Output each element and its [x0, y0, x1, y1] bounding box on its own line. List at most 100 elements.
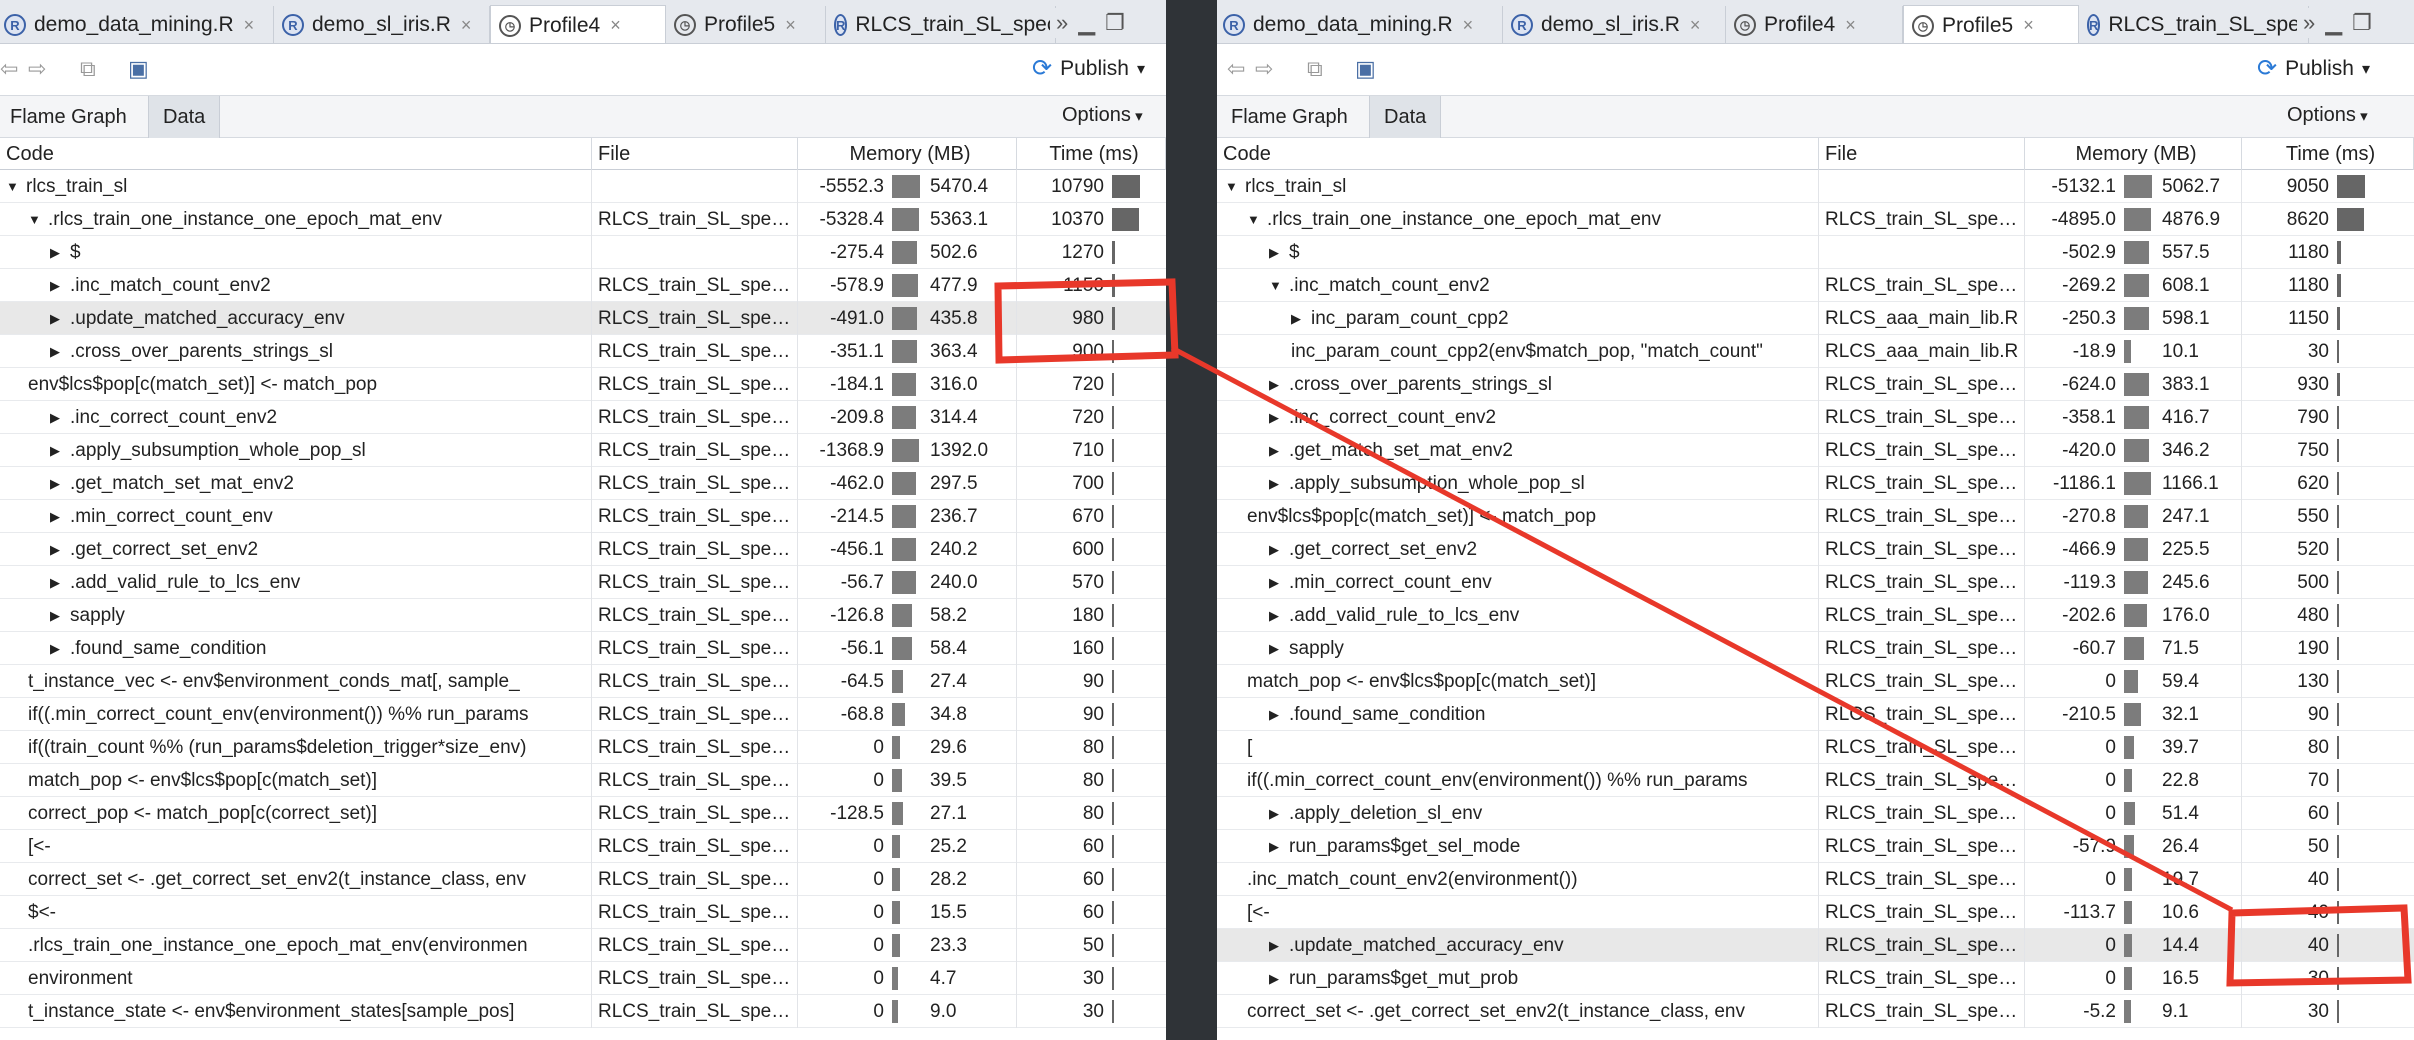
editor-tab-1[interactable]: Rdemo_data_mining.R ×	[0, 6, 274, 43]
close-tab-icon[interactable]: ×	[610, 15, 621, 36]
header-file[interactable]: File	[1819, 138, 2025, 170]
table-row[interactable]: ▼ .inc_match_count_env2 RLCS_train_SL_spe……	[1217, 269, 2414, 302]
table-row[interactable]: ▶ $ -275.4 502.6 1270	[0, 236, 1166, 269]
back-arrow-icon[interactable]: ⇦	[1227, 56, 1245, 82]
expand-triangle-icon[interactable]: ▶	[50, 476, 70, 492]
table-row[interactable]: t_instance_state <- env$environment_stat…	[0, 995, 1166, 1028]
close-tab-icon[interactable]: ×	[785, 15, 796, 36]
header-time[interactable]: Time (ms)	[2242, 138, 2414, 170]
table-row[interactable]: ▼ .rlcs_train_one_instance_one_epoch_mat_…	[1217, 203, 2414, 236]
collapse-triangle-icon[interactable]: ▼	[6, 179, 26, 194]
editor-tab-5[interactable]: R RLCS_train_SL_specif	[2079, 6, 2321, 43]
expand-triangle-icon[interactable]: ▶	[1269, 707, 1289, 723]
collapse-triangle-icon[interactable]: ▼	[1269, 278, 1289, 293]
expand-triangle-icon[interactable]: ▶	[50, 443, 70, 459]
table-row[interactable]: [<- RLCS_train_SL_spe… 0 25.2 60	[0, 830, 1166, 863]
expand-triangle-icon[interactable]: ▶	[1269, 641, 1289, 657]
show-in-window-icon[interactable]: ⧉	[1307, 56, 1323, 82]
expand-triangle-icon[interactable]: ▶	[50, 311, 70, 327]
close-tab-icon[interactable]: ×	[1463, 15, 1474, 36]
editor-tab-3[interactable]: ◷ Profile4 ×	[490, 5, 666, 43]
table-row[interactable]: env$lcs$pop[c(match_set)] <- match_pop RL…	[0, 368, 1166, 401]
table-row[interactable]: match_pop <- env$lcs$pop[c(match_set)] RL…	[1217, 665, 2414, 698]
table-row[interactable]: ▼ rlcs_train_sl -5132.1 5062.7 9050	[1217, 170, 2414, 203]
close-tab-icon[interactable]: ×	[2023, 15, 2034, 36]
table-row[interactable]: ▶ .min_correct_count_env RLCS_train_SL_spe…	[0, 500, 1166, 533]
table-row[interactable]: ▶ .cross_over_parents_strings_sl RLCS_trai…	[1217, 368, 2414, 401]
table-row[interactable]: ▶ .get_match_set_mat_env2 RLCS_train_SL_sp…	[0, 467, 1166, 500]
table-row[interactable]: ▶ .add_valid_rule_to_lcs_env RLCS_train_SL…	[1217, 599, 2414, 632]
expand-triangle-icon[interactable]: ▶	[1269, 443, 1289, 459]
maximize-pane-icon[interactable]: ❐	[1105, 10, 1125, 36]
expand-triangle-icon[interactable]: ▶	[50, 575, 70, 591]
table-row[interactable]: ▶ inc_param_count_cpp2 RLCS_aaa_main_lib.R…	[1217, 302, 2414, 335]
table-row[interactable]: ▶ .inc_correct_count_env2 RLCS_train_SL_sp…	[1217, 401, 2414, 434]
close-tab-icon[interactable]: ×	[1845, 15, 1856, 36]
table-row[interactable]: ▼ .rlcs_train_one_instance_one_epoch_mat_…	[0, 203, 1166, 236]
more-tabs-icon[interactable]: »	[2303, 10, 2315, 36]
table-row[interactable]: ▶ .get_match_set_mat_env2 RLCS_train_SL_sp…	[1217, 434, 2414, 467]
editor-tab-4[interactable]: ◷ Profile5 ×	[666, 6, 826, 43]
save-icon[interactable]: ▣	[1355, 56, 1376, 82]
table-row[interactable]: [<- RLCS_train_SL_spe… -113.7 10.6 40	[1217, 896, 2414, 929]
table-row[interactable]: correct_set <- .get_correct_set_env2(t_i…	[0, 863, 1166, 896]
table-row[interactable]: if((train_count %% (run_params$deletion_…	[0, 731, 1166, 764]
table-row[interactable]: ▶ .apply_subsumption_whole_pop_sl RLCS_tra…	[0, 434, 1166, 467]
table-row[interactable]: ▶ .inc_match_count_env2 RLCS_train_SL_spe……	[0, 269, 1166, 302]
expand-triangle-icon[interactable]: ▶	[50, 410, 70, 426]
panel-divider[interactable]	[1166, 0, 1217, 1040]
expand-triangle-icon[interactable]: ▶	[1269, 938, 1289, 954]
expand-triangle-icon[interactable]: ▶	[1269, 608, 1289, 624]
header-code[interactable]: Code	[0, 138, 592, 170]
options-menu[interactable]: Options ▾	[1062, 104, 1143, 127]
expand-triangle-icon[interactable]: ▶	[50, 542, 70, 558]
editor-tab-5[interactable]: R RLCS_train_SL_specif	[826, 6, 1068, 43]
minimize-pane-icon[interactable]: ▁	[1078, 10, 1095, 36]
close-tab-icon[interactable]: ×	[1690, 15, 1701, 36]
expand-triangle-icon[interactable]: ▶	[1269, 410, 1289, 426]
expand-triangle-icon[interactable]: ▶	[50, 608, 70, 624]
back-arrow-icon[interactable]: ⇦	[0, 56, 18, 82]
tab-flame-graph[interactable]: Flame Graph	[1217, 96, 1362, 138]
forward-arrow-icon[interactable]: ⇨	[1255, 56, 1273, 82]
table-row[interactable]: correct_pop <- match_pop[c(correct_set)]…	[0, 797, 1166, 830]
table-row[interactable]: ▶ sapply RLCS_train_SL_spe… -60.7 71.5 190	[1217, 632, 2414, 665]
publish-button[interactable]: ⟳ Publish ▾	[1032, 54, 1145, 83]
collapse-triangle-icon[interactable]: ▼	[1247, 212, 1267, 227]
close-tab-icon[interactable]: ×	[244, 15, 255, 36]
table-row[interactable]: $<- RLCS_train_SL_spe… 0 15.5 60	[0, 896, 1166, 929]
table-row[interactable]: [RLCS_train_SL_spe… 0 39.7 80	[1217, 731, 2414, 764]
editor-tab-2[interactable]: Rdemo_sl_iris.R ×	[1503, 6, 1726, 43]
expand-triangle-icon[interactable]: ▶	[1269, 806, 1289, 822]
expand-triangle-icon[interactable]: ▶	[1291, 311, 1311, 327]
table-row[interactable]: correct_set <- .get_correct_set_env2(t_i…	[1217, 995, 2414, 1028]
expand-triangle-icon[interactable]: ▶	[50, 344, 70, 360]
forward-arrow-icon[interactable]: ⇨	[28, 56, 46, 82]
table-row[interactable]: ▶ .cross_over_parents_strings_sl RLCS_trai…	[0, 335, 1166, 368]
expand-triangle-icon[interactable]: ▶	[50, 509, 70, 525]
table-row[interactable]: env$lcs$pop[c(match_set)] <- match_pop RL…	[1217, 500, 2414, 533]
table-row[interactable]: ▶ .min_correct_count_env RLCS_train_SL_spe…	[1217, 566, 2414, 599]
header-file[interactable]: File	[592, 138, 798, 170]
expand-triangle-icon[interactable]: ▶	[1269, 377, 1289, 393]
table-row[interactable]: ▶ .apply_subsumption_whole_pop_sl RLCS_tra…	[1217, 467, 2414, 500]
editor-tab-3[interactable]: ◷ Profile4 ×	[1726, 6, 1903, 43]
expand-triangle-icon[interactable]: ▶	[50, 278, 70, 294]
tab-flame-graph[interactable]: Flame Graph	[0, 96, 141, 138]
table-row[interactable]: if((.min_correct_count_env(environment()…	[1217, 764, 2414, 797]
table-row[interactable]: ▶ .apply_deletion_sl_env RLCS_train_SL_spe…	[1217, 797, 2414, 830]
more-tabs-icon[interactable]: »	[1056, 10, 1068, 36]
table-row[interactable]: ▶ .get_correct_set_env2 RLCS_train_SL_spe……	[0, 533, 1166, 566]
table-row[interactable]: .inc_match_count_env2(environment()) RLCS…	[1217, 863, 2414, 896]
minimize-pane-icon[interactable]: ▁	[2325, 10, 2342, 36]
table-row[interactable]: ▶ .update_matched_accuracy_env RLCS_train_…	[0, 302, 1166, 335]
expand-triangle-icon[interactable]: ▶	[1269, 971, 1289, 987]
tab-data[interactable]: Data	[1369, 96, 1442, 138]
table-row[interactable]: ▶ .update_matched_accuracy_env RLCS_train_…	[1217, 929, 2414, 962]
maximize-pane-icon[interactable]: ❐	[2352, 10, 2372, 36]
editor-tab-1[interactable]: Rdemo_data_mining.R ×	[1217, 6, 1503, 43]
table-row[interactable]: ▶ sapply RLCS_train_SL_spe… -126.8 58.2 180	[0, 599, 1166, 632]
collapse-triangle-icon[interactable]: ▼	[28, 212, 48, 227]
table-row[interactable]: ▶ .add_valid_rule_to_lcs_env RLCS_train_SL…	[0, 566, 1166, 599]
header-memory[interactable]: Memory (MB)	[798, 138, 1017, 170]
